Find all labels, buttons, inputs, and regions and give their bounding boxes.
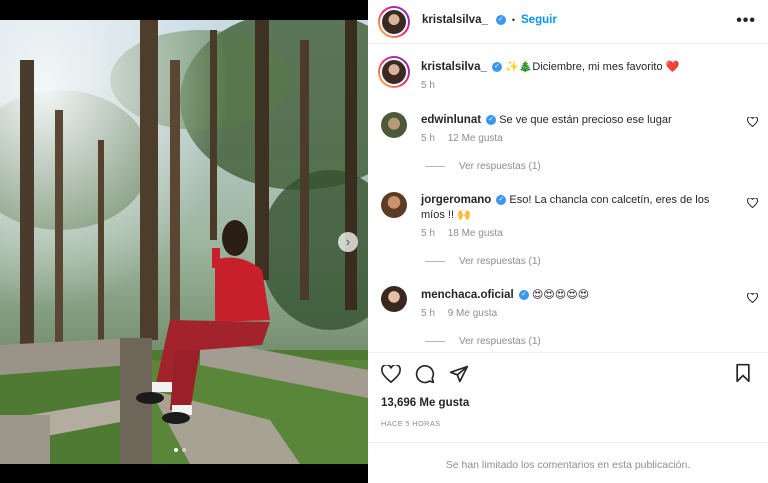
post-photo[interactable]: › xyxy=(0,0,368,483)
replies-line xyxy=(425,341,445,342)
comment-like-heart-icon[interactable] xyxy=(746,116,759,130)
comment-text: 😍😍😍😍😍 xyxy=(531,289,590,301)
author-avatar[interactable] xyxy=(378,6,410,38)
carousel-dot xyxy=(182,448,186,452)
replies-line xyxy=(425,261,445,262)
comment-username[interactable]: menchaca.oficial xyxy=(421,289,514,301)
comment-time: 5 h xyxy=(421,228,435,239)
heart-icon[interactable] xyxy=(380,363,402,385)
forest-photo-image xyxy=(0,20,368,464)
comment-time: 5 h xyxy=(421,308,435,319)
comment-item: jorgeromano ✓ Eso! La chancla con calcet… xyxy=(368,190,768,270)
view-replies-label: Ver respuestas (1) xyxy=(459,161,541,172)
post-side-panel: kristalsilva_ ✓ • Seguir ••• kristalsilv… xyxy=(368,0,768,483)
verified-badge-icon: ✓ xyxy=(486,115,497,126)
carousel-dot-active xyxy=(174,448,178,452)
caption-text-line: kristalsilva_ ✓ ✨🎄Diciembre, mi mes favo… xyxy=(421,60,741,75)
caption-username[interactable]: kristalsilva_ xyxy=(421,61,487,73)
share-icon[interactable] xyxy=(448,363,470,385)
comment-icon[interactable] xyxy=(414,363,436,385)
comment-likes[interactable]: 18 Me gusta xyxy=(448,228,503,239)
comment-time: 5 h xyxy=(421,133,435,144)
header-separator: • xyxy=(511,15,516,25)
comment-meta: 5 h 12 Me gusta xyxy=(421,133,503,144)
photo-illustration xyxy=(0,20,368,464)
caption-text: ✨🎄Diciembre, mi mes favorito ❤️ xyxy=(504,61,680,73)
post-header: kristalsilva_ ✓ • Seguir ••• xyxy=(368,0,768,44)
replies-line xyxy=(425,166,445,167)
likes-count[interactable]: 13,696 Me gusta xyxy=(381,397,469,409)
post-actions: 13,696 Me gusta HACE 5 HORAS xyxy=(368,352,768,442)
comment-text-line: edwinlunat ✓ Se ve que están precioso es… xyxy=(421,113,741,128)
comment-text-line: jorgeromano ✓ Eso! La chancla con calcet… xyxy=(421,193,731,223)
carousel-indicator xyxy=(174,448,186,452)
verified-badge-icon: ✓ xyxy=(518,290,529,301)
view-replies-button[interactable]: Ver respuestas (1) xyxy=(425,256,541,267)
next-arrow-icon: › xyxy=(345,234,351,249)
next-photo-button[interactable]: › xyxy=(338,232,358,252)
more-options-icon: ••• xyxy=(736,12,756,29)
comment-meta: 5 h 18 Me gusta xyxy=(421,228,503,239)
bookmark-icon[interactable] xyxy=(734,363,756,385)
comments-limited-notice: Se han limitado los comentarios en esta … xyxy=(368,442,768,483)
comment-username[interactable]: jorgeromano xyxy=(421,194,491,206)
post-time-ago: HACE 5 HORAS xyxy=(381,419,441,428)
verified-badge-icon: ✓ xyxy=(496,195,507,206)
comment-like-heart-icon[interactable] xyxy=(746,292,759,306)
author-username[interactable]: kristalsilva_ xyxy=(422,14,488,26)
verified-badge-icon: ✓ xyxy=(495,15,506,25)
follow-button[interactable]: Seguir xyxy=(521,14,557,26)
comment-text-line: menchaca.oficial ✓ 😍😍😍😍😍 xyxy=(421,288,741,303)
verified-badge-icon: ✓ xyxy=(491,62,502,73)
view-replies-label: Ver respuestas (1) xyxy=(459,256,541,267)
view-replies-label: Ver respuestas (1) xyxy=(459,336,541,347)
view-replies-button[interactable]: Ver respuestas (1) xyxy=(425,161,541,172)
comment-item: menchaca.oficial ✓ 😍😍😍😍😍 5 h 9 Me gusta … xyxy=(368,285,768,349)
comment-item: edwinlunat ✓ Se ve que están precioso es… xyxy=(368,110,768,180)
post-caption: kristalsilva_ ✓ ✨🎄Diciembre, mi mes favo… xyxy=(368,56,768,96)
commenter-avatar[interactable] xyxy=(381,192,407,218)
commenter-avatar[interactable] xyxy=(381,286,407,312)
comment-username[interactable]: edwinlunat xyxy=(421,114,481,126)
caption-avatar[interactable] xyxy=(378,56,410,88)
comment-text: Se ve que están precioso ese lugar xyxy=(499,114,672,126)
commenter-avatar[interactable] xyxy=(381,112,407,138)
comment-likes[interactable]: 12 Me gusta xyxy=(448,133,503,144)
action-icons xyxy=(380,363,470,385)
view-replies-button[interactable]: Ver respuestas (1) xyxy=(425,336,541,347)
more-options-button[interactable]: ••• xyxy=(736,12,756,30)
comment-meta: 5 h 9 Me gusta xyxy=(421,308,497,319)
comment-likes[interactable]: 9 Me gusta xyxy=(448,308,497,319)
caption-time: 5 h xyxy=(421,80,435,91)
comment-like-heart-icon[interactable] xyxy=(746,197,759,211)
